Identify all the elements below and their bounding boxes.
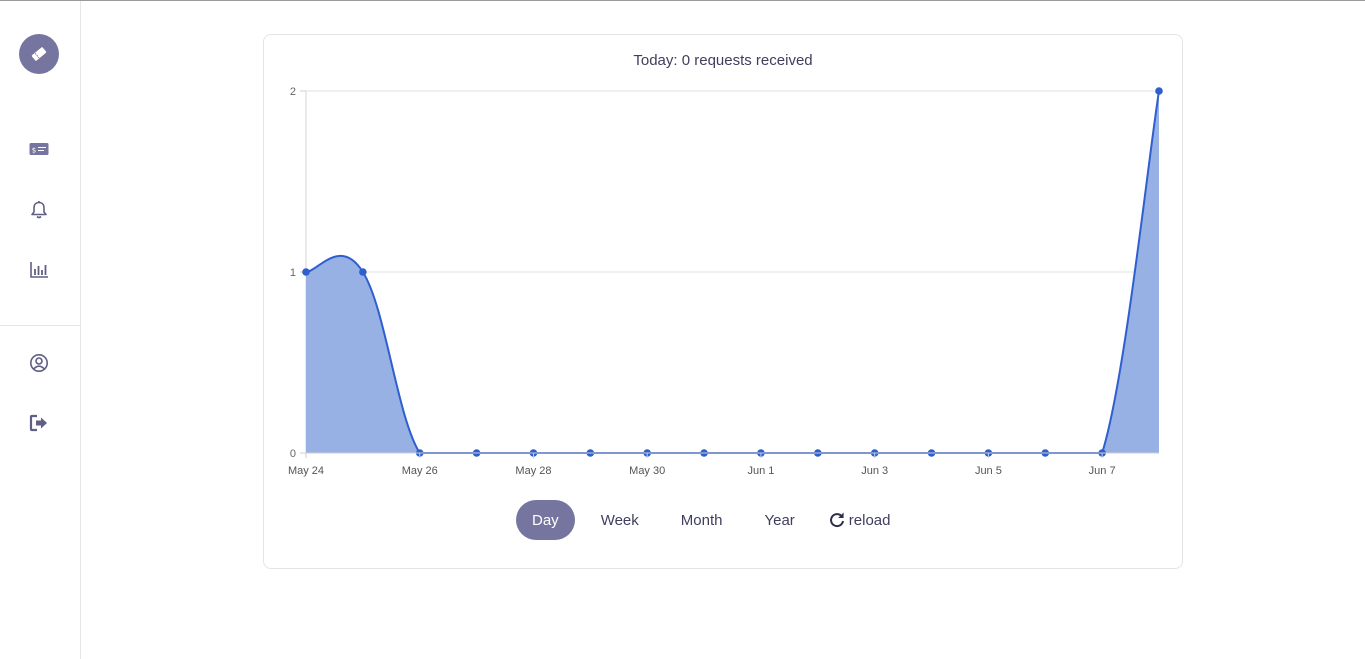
y-tick-label: 1	[290, 267, 296, 279]
requests-chart: 0 1 2 May 24 May 26 May 28 May 30 Jun 1 Jun 3 Jun…	[288, 86, 1163, 477]
sidebar-divider	[0, 325, 80, 326]
x-tick-label: Jun 7	[1089, 465, 1116, 477]
requests-chart-card: Today: 0 requests received 0 1 2 May 24 May …	[263, 34, 1183, 569]
top-border	[0, 0, 1365, 1]
x-tick-label: May 28	[515, 465, 551, 477]
range-day-button[interactable]: Day	[516, 500, 575, 540]
logo-ticket-icon[interactable]	[19, 34, 59, 74]
user-circle-icon[interactable]	[26, 350, 52, 376]
sidebar: $	[0, 1, 81, 659]
bell-icon[interactable]	[26, 197, 52, 223]
sign-out-icon[interactable]	[26, 410, 52, 436]
range-year-button[interactable]: Year	[748, 500, 810, 540]
ticket-bill-icon[interactable]: $	[26, 136, 52, 162]
y-tick-label: 2	[290, 86, 296, 98]
svg-text:$: $	[32, 147, 36, 155]
reload-label: reload	[848, 511, 891, 529]
reload-button[interactable]: reload	[821, 500, 899, 540]
x-tick-label: May 30	[629, 465, 665, 477]
range-month-button[interactable]: Month	[665, 500, 739, 540]
data-point	[1155, 87, 1163, 95]
range-controls: Day Week Month Year reload	[516, 500, 908, 540]
x-tick-label: Jun 5	[975, 465, 1002, 477]
y-tick-label: 0	[290, 448, 296, 460]
x-tick-label: Jun 3	[861, 465, 888, 477]
data-point	[302, 268, 310, 276]
reload-icon	[829, 512, 844, 528]
range-week-button[interactable]: Week	[585, 500, 655, 540]
x-tick-label: May 24	[288, 465, 324, 477]
x-tick-label: May 26	[402, 465, 438, 477]
data-point	[359, 268, 367, 276]
bar-chart-icon[interactable]	[26, 257, 52, 283]
x-tick-label: Jun 1	[747, 465, 774, 477]
